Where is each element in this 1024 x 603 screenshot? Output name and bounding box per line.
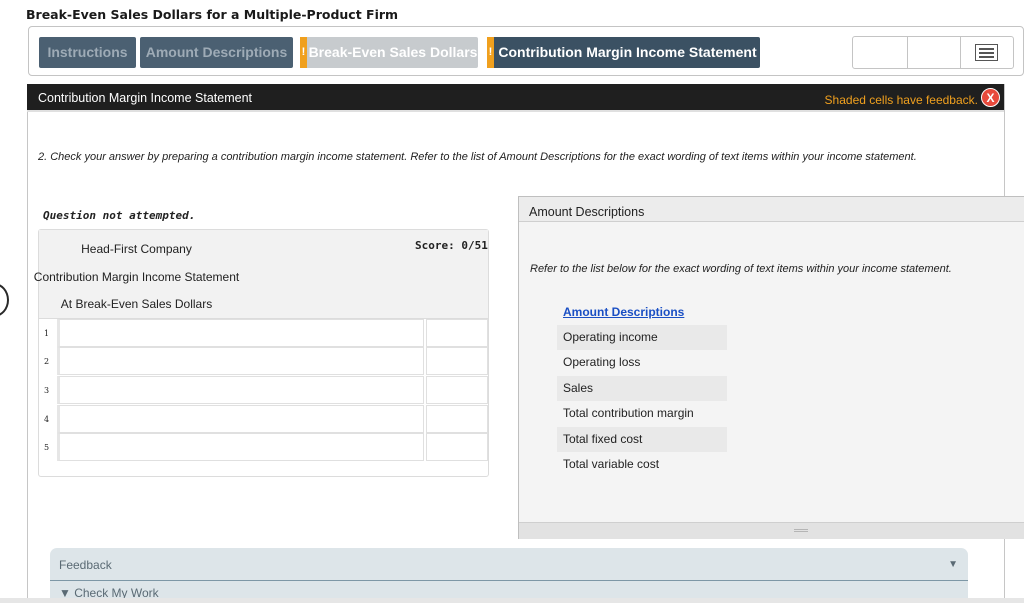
- company-name: Head-First Company: [81, 242, 192, 256]
- tab-label: Contribution Margin Income Statement: [498, 44, 757, 60]
- list-item: Operating loss: [563, 355, 641, 369]
- description-cell[interactable]: [57, 405, 424, 433]
- feedback-flag-icon: !: [300, 37, 307, 68]
- row-number: 5: [44, 443, 50, 452]
- amount-cell[interactable]: [426, 433, 488, 461]
- list-item: Total fixed cost: [557, 427, 727, 452]
- income-statement-table: Head-First Company Contribution Margin I…: [34, 229, 489, 477]
- question-instruction: 2. Check your answer by preparing a cont…: [38, 151, 917, 163]
- page-title: Break-Even Sales Dollars for a Multiple-…: [26, 7, 399, 22]
- description-cell[interactable]: [57, 319, 424, 347]
- close-icon[interactable]: X: [981, 88, 1000, 107]
- statement-title: Contribution Margin Income Statement: [33, 270, 240, 284]
- amount-list-heading[interactable]: Amount Descriptions: [563, 305, 684, 319]
- amount-panel-note: Refer to the list below for the exact wo…: [530, 263, 952, 275]
- feedback-flag-icon: !: [487, 37, 494, 68]
- description-cell[interactable]: [57, 347, 424, 375]
- question-status: Question not attempted.: [43, 209, 196, 222]
- description-cell[interactable]: [57, 433, 424, 461]
- amount-cell[interactable]: [426, 405, 488, 433]
- tab-label: Break-Even Sales Dollars: [308, 44, 478, 60]
- panel-title: Contribution Margin Income Statement: [38, 91, 252, 105]
- row-number: 2: [44, 357, 50, 366]
- divider: [960, 37, 961, 68]
- table-row: 4: [39, 405, 488, 433]
- list-item: Total contribution margin: [563, 406, 694, 420]
- list-item: Total variable cost: [563, 457, 660, 471]
- tab-amount-descriptions[interactable]: Amount Descriptions: [140, 37, 293, 68]
- divider: [907, 37, 908, 68]
- row-number: 3: [44, 386, 50, 395]
- table-row: 3: [39, 376, 488, 404]
- panel-border: [27, 84, 28, 603]
- statement-subtitle: At Break-Even Sales Dollars: [60, 297, 213, 311]
- feedback-title: Feedback: [59, 558, 112, 572]
- statement-header: Head-First Company Contribution Margin I…: [34, 230, 488, 319]
- panel-header: Contribution Margin Income Statement Sha…: [27, 84, 1004, 112]
- tab-contribution-margin-income-statement[interactable]: ! Contribution Margin Income Statement: [487, 37, 760, 68]
- description-cell[interactable]: [57, 376, 424, 404]
- score: Score: 0/51: [415, 239, 488, 252]
- table-row: 2: [39, 347, 488, 375]
- shaded-cells-note: Shaded cells have feedback.: [824, 93, 978, 107]
- table-row: 1: [39, 319, 488, 347]
- tab-bar: Instructions Amount Descriptions ! Break…: [28, 26, 1024, 76]
- table-row: 5: [39, 433, 488, 461]
- tab-break-even-sales-dollars[interactable]: ! Break-Even Sales Dollars: [300, 37, 478, 68]
- list-item: Operating income: [557, 325, 727, 350]
- amount-cell[interactable]: [426, 319, 488, 347]
- bottom-bar: [0, 598, 1024, 603]
- amount-panel-title: Amount Descriptions: [519, 197, 1024, 222]
- amount-cell[interactable]: [426, 376, 488, 404]
- chevron-down-icon[interactable]: ▼: [948, 559, 958, 570]
- row-number: 4: [44, 415, 50, 424]
- amount-descriptions-panel: Amount Descriptions Refer to the list be…: [518, 196, 1024, 539]
- resize-bar[interactable]: [519, 522, 1024, 539]
- divider: [50, 580, 968, 581]
- amount-cell[interactable]: [426, 347, 488, 375]
- toolbar-widget: [852, 36, 1014, 69]
- grip-icon: [794, 529, 808, 532]
- row-number: 1: [44, 329, 50, 338]
- menu-icon[interactable]: [975, 44, 998, 61]
- tab-label: Instructions: [47, 44, 128, 60]
- tab-instructions[interactable]: Instructions: [39, 37, 136, 68]
- list-item: Sales: [557, 376, 727, 401]
- tab-label: Amount Descriptions: [145, 44, 288, 60]
- feedback-section: Feedback ▼ ▼ Check My Work: [50, 548, 968, 603]
